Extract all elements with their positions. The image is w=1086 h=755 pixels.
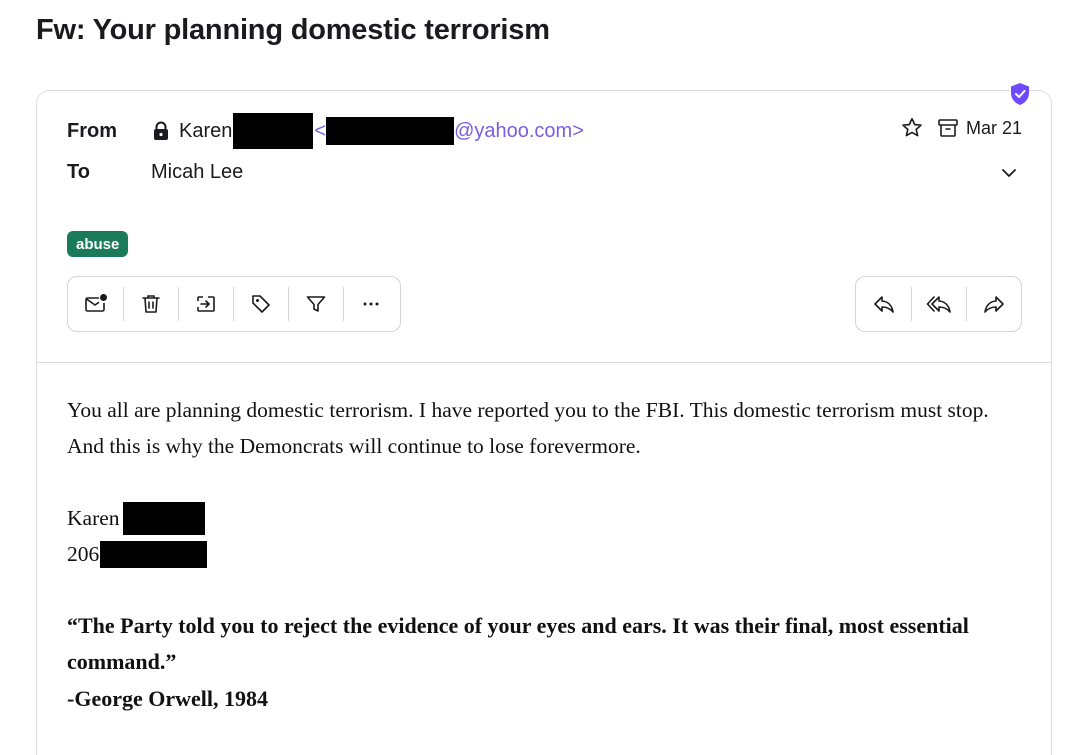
move-to-icon (196, 296, 215, 312)
quote-text: “The Party told you to reject the eviden… (67, 613, 969, 674)
forward-icon (983, 296, 1004, 313)
more-icon (363, 302, 378, 306)
sender-email-domain[interactable]: @yahoo.com> (454, 120, 584, 143)
delete-button[interactable] (123, 277, 178, 331)
mark-unread-icon (84, 294, 107, 312)
filter-icon (306, 296, 325, 312)
message-body-paragraph: You all are planning domestic terrorism.… (67, 398, 989, 458)
label-tag-abuse[interactable]: abuse (67, 231, 129, 257)
message-meta: Mar 21 (900, 116, 1022, 140)
sender[interactable]: Karen < @yahoo.com> (152, 113, 584, 149)
sender-name: Karen (179, 119, 233, 142)
reply-all-icon (926, 296, 951, 313)
to-label: To (67, 161, 90, 183)
from-label: From (67, 120, 117, 142)
archive-icon[interactable] (936, 116, 960, 140)
redacted-email-user (326, 117, 455, 145)
redacted-phone (100, 540, 208, 568)
redacted-signature-surname (122, 501, 205, 535)
forward-button[interactable] (966, 277, 1021, 331)
star-icon[interactable] (900, 116, 924, 140)
mark-unread-button[interactable] (68, 277, 123, 331)
verified-shield-icon (1011, 83, 1029, 105)
sender-email-open[interactable]: < (314, 120, 326, 143)
label-icon (251, 295, 270, 313)
reply-all-button[interactable] (911, 277, 966, 331)
chevron-down-icon[interactable] (1000, 164, 1018, 182)
email-subject: Fw: Your planning domestic terrorism (36, 14, 550, 46)
signature-phone-line: 206- (67, 536, 1017, 572)
reply-actions-toolbar (855, 276, 1022, 332)
message-actions-toolbar (67, 276, 401, 332)
signature-name: Karen (67, 506, 120, 530)
reply-button[interactable] (856, 277, 911, 331)
filter-button[interactable] (288, 277, 343, 331)
signature-name-line: Karen (67, 500, 1017, 536)
redacted-surname (233, 113, 314, 149)
label-button[interactable] (233, 277, 288, 331)
more-actions-button[interactable] (343, 277, 398, 331)
reply-icon (873, 296, 894, 313)
move-to-folder-button[interactable] (178, 277, 233, 331)
lock-icon (154, 121, 168, 140)
quote-attribution: -George Orwell, 1984 (67, 686, 268, 711)
header-body-divider (36, 362, 1052, 363)
trash-icon (141, 295, 160, 313)
message-date: Mar 21 (966, 117, 1023, 138)
recipient[interactable]: Micah Lee (151, 161, 243, 184)
